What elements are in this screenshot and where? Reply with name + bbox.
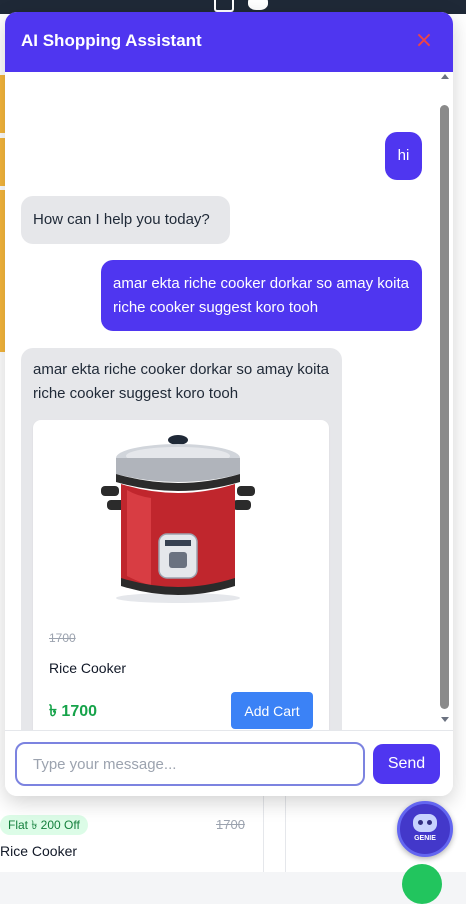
bot-message: amar ekta riche cooker dorkar so amay ko… [21,348,342,757]
product-name[interactable]: Rice Cooker [49,656,126,680]
send-button[interactable]: Send [373,744,440,784]
divider [285,790,286,872]
product-old-price: 1700 [49,631,76,645]
whatsapp-icon[interactable] [402,864,442,904]
scroll-up-icon[interactable] [441,74,449,79]
cart-icon[interactable] [214,0,234,12]
close-icon[interactable]: × [413,30,435,52]
chat-header: AI Shopping Assistant × [5,12,453,72]
robot-icon [413,814,437,832]
message-list[interactable]: hi How can I help you today? amar ekta r… [5,72,453,757]
background-product-name[interactable]: Rice Cooker [0,843,77,859]
bot-message-text: amar ekta riche cooker dorkar so amay ko… [33,361,329,402]
product-card[interactable]: 1700 Rice Cooker ৳ 1700 Add Cart [33,420,329,746]
scroll-down-icon[interactable] [441,717,449,722]
wishlist-icon[interactable] [248,0,268,10]
rice-cooker-image [101,435,255,603]
add-cart-button[interactable]: Add Cart [231,692,313,729]
bot-message: How can I help you today? [21,196,230,244]
user-message: hi [385,132,422,180]
discount-badge: Flat ৳ 200 Off [0,815,88,835]
message-input[interactable] [15,742,365,786]
message-scrollbar[interactable] [437,72,451,730]
user-message: amar ekta riche cooker dorkar so amay ko… [101,260,422,331]
chat-input-bar: Send [5,730,453,796]
genie-assistant-button[interactable]: GENIE [397,801,453,857]
background-old-price: 1700 [216,817,245,832]
scroll-thumb[interactable] [440,105,449,709]
divider [263,790,264,872]
chat-widget: AI Shopping Assistant × hi How can I hel… [5,12,453,796]
product-price: ৳ 1700 [49,703,98,720]
chat-title: AI Shopping Assistant [21,31,202,50]
genie-label: GENIE [414,835,436,842]
